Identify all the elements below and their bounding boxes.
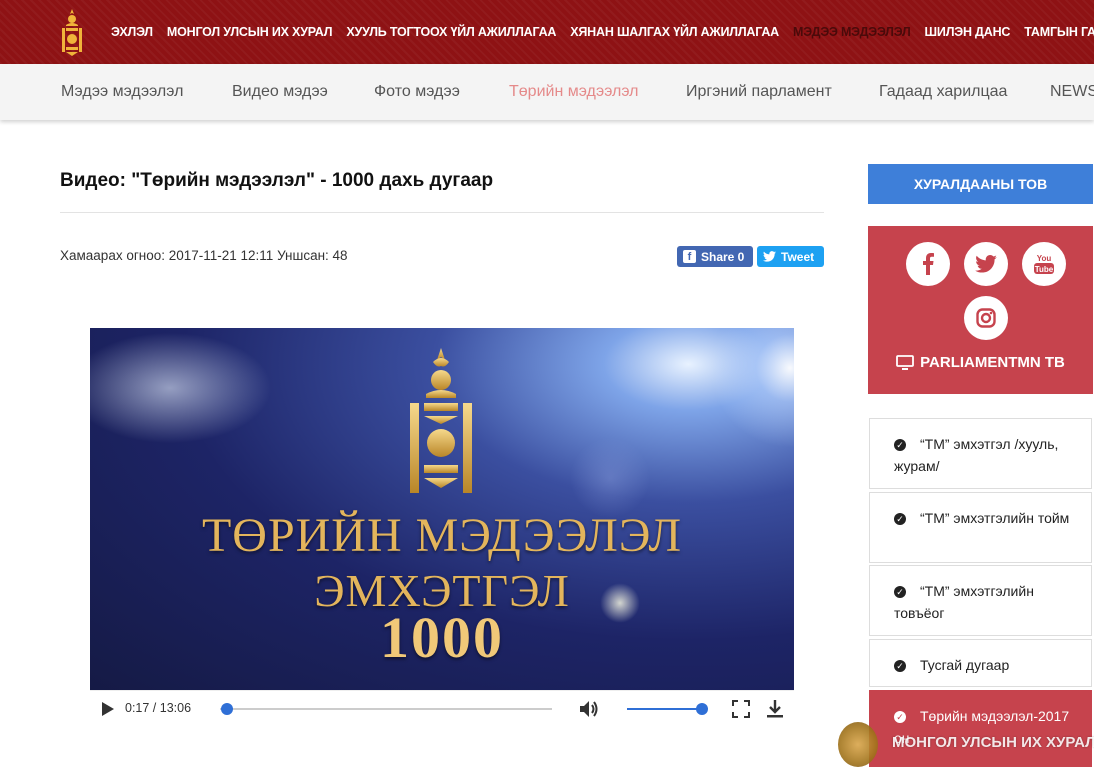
video-controls: 0:17 / 13:06 — [90, 690, 794, 726]
tab-video-news[interactable]: Видео мэдээ — [232, 83, 328, 101]
youtube-link[interactable]: You Tube — [1022, 242, 1066, 286]
volume-track[interactable] — [627, 708, 703, 710]
twitter-link[interactable] — [964, 242, 1008, 286]
facebook-link[interactable] — [906, 242, 950, 286]
facebook-icon: f — [683, 250, 696, 263]
sidebar-item-index[interactable]: ✓ “ТМ” эмхэтгэлийн товъёог — [869, 565, 1092, 636]
top-nav-news[interactable]: МЭДЭЭ МЭДЭЭЛЭЛ — [793, 25, 911, 39]
top-nav-glass-account[interactable]: ШИЛЭН ДАНС — [925, 25, 1011, 39]
divider — [60, 212, 824, 213]
sidebar-item-laws[interactable]: ✓ “ТМ” эмхэтгэл /хууль, журам/ — [869, 418, 1092, 489]
play-icon[interactable] — [102, 702, 114, 716]
check-circle-icon: ✓ — [894, 586, 906, 598]
download-icon[interactable] — [766, 699, 784, 719]
tab-state-information[interactable]: Төрийн мэдээлэл — [509, 83, 639, 101]
state-emblem-icon — [838, 722, 878, 767]
lens-flare — [710, 328, 794, 448]
sub-navigation: Мэдээ мэдээлэл Видео мэдээ Фото мэдээ Тө… — [0, 64, 1094, 120]
parliament-tv-link[interactable]: PARLIAMENTMN ТВ — [868, 354, 1093, 371]
tab-civic-parliament[interactable]: Иргэний парламент — [686, 83, 832, 101]
check-circle-icon: ✓ — [894, 439, 906, 451]
video-title-line3: 1000 — [380, 605, 504, 670]
tab-photo-news[interactable]: Фото мэдээ — [374, 83, 460, 101]
sidebar-item-label: “ТМ” эмхэтгэлийн товъёог — [894, 583, 1034, 621]
watermark: МОНГОЛ УЛСЫН ИХ ХУРАЛ — [838, 722, 1094, 767]
progress-thumb[interactable] — [221, 703, 234, 715]
lens-flare — [570, 438, 650, 518]
progress-track[interactable] — [220, 708, 552, 710]
top-nav-secretariat[interactable]: ТАМГЫН ГАЗАР — [1024, 25, 1094, 39]
check-circle-icon: ✓ — [894, 513, 906, 525]
soyombo-emblem — [410, 348, 472, 493]
top-navigation: ЭХЛЭЛ МОНГОЛ УЛСЫН ИХ ХУРАЛ ХУУЛЬ ТОГТОО… — [111, 0, 1094, 64]
sidebar-item-label: “ТМ” эмхэтгэл /хууль, журам/ — [894, 436, 1059, 474]
check-circle-icon: ✓ — [894, 660, 906, 672]
volume-icon[interactable] — [578, 699, 600, 719]
sidebar-item-label: “ТМ” эмхэтгэлийн тойм — [920, 510, 1070, 526]
facebook-icon — [923, 253, 934, 275]
video-time: 0:17 / 13:06 — [125, 701, 192, 715]
top-nav-oversight[interactable]: ХЯНАН ШАЛГАХ ҮЙЛ АЖИЛЛАГАА — [570, 25, 779, 39]
video-player[interactable]: ТӨРИЙН МЭДЭЭЛЭЛ ЭМХЭТГЭЛ 1000 — [90, 328, 794, 690]
parliament-tv-label: PARLIAMENTMN ТВ — [920, 354, 1065, 371]
twitter-icon — [975, 255, 997, 273]
monitor-icon — [896, 354, 915, 370]
youtube-icon: You Tube — [1034, 254, 1054, 274]
tab-news[interactable]: Мэдээ мэдээлэл — [61, 83, 183, 101]
article-title: Видео: "Төрийн мэдээлэл" - 1000 дахь дуг… — [60, 170, 494, 191]
sidebar-item-special-issue[interactable]: ✓ Тусгай дугаар — [869, 639, 1092, 687]
watermark-text: МОНГОЛ УЛСЫН ИХ ХУРАЛ — [892, 734, 1094, 751]
top-bar: ЭХЛЭЛ МОНГОЛ УЛСЫН ИХ ХУРАЛ ХУУЛЬ ТОГТОО… — [0, 0, 1094, 64]
soyombo-logo[interactable] — [58, 8, 86, 58]
tweet-label: Tweet — [781, 249, 815, 264]
tab-news-english[interactable]: NEWS — [1050, 83, 1094, 101]
svg-text:Tube: Tube — [1035, 265, 1054, 274]
volume-thumb[interactable] — [696, 703, 708, 715]
facebook-share-button[interactable]: f Share 0 — [677, 246, 753, 267]
article-meta: Хамаарах огноо: 2017-11-21 12:11 Уншсан:… — [60, 248, 348, 263]
tweet-button[interactable]: Tweet — [757, 246, 824, 267]
social-links-panel: You Tube PARLIAMENTMN ТВ — [868, 226, 1093, 394]
top-nav-parliament[interactable]: МОНГОЛ УЛСЫН ИХ ХУРАЛ — [167, 25, 333, 39]
instagram-link[interactable] — [964, 296, 1008, 340]
video-title-line1: ТӨРИЙН МЭДЭЭЛЭЛ — [201, 509, 683, 562]
share-label: Share 0 — [701, 249, 745, 264]
twitter-bird-icon — [763, 251, 776, 262]
fullscreen-icon[interactable] — [732, 700, 750, 718]
tab-foreign-relations[interactable]: Гадаад харилцаа — [879, 83, 1007, 101]
top-nav-legislation[interactable]: ХУУЛЬ ТОГТООХ ҮЙЛ АЖИЛЛАГАА — [346, 25, 556, 39]
instagram-icon — [976, 308, 996, 328]
sidebar-item-summary[interactable]: ✓ “ТМ” эмхэтгэлийн тойм — [869, 492, 1092, 563]
sidebar-item-label: Тусгай дугаар — [920, 657, 1010, 673]
svg-text:You: You — [1037, 254, 1052, 263]
lens-flare — [90, 328, 280, 448]
top-nav-home[interactable]: ЭХЛЭЛ — [111, 25, 153, 39]
session-schedule-button[interactable]: ХУРАЛДААНЫ ТОВ — [868, 164, 1093, 204]
